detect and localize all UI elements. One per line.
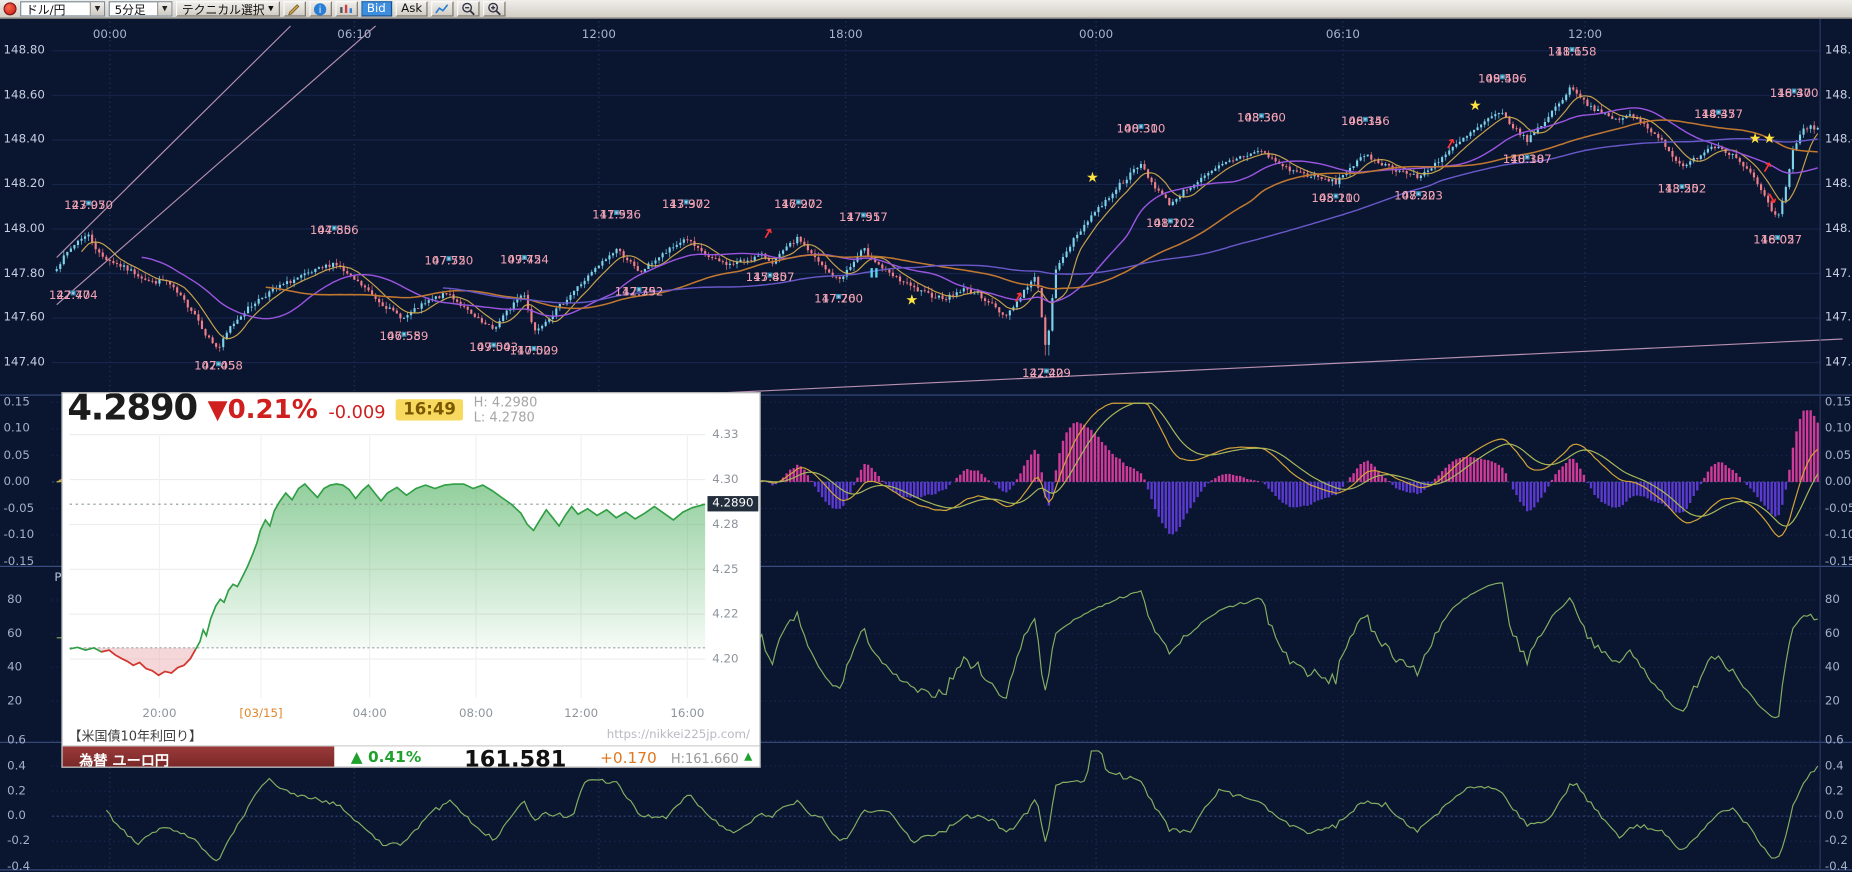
- widget-low: L: 4.2780: [474, 410, 538, 425]
- widget-high: H: 4.2980: [474, 394, 538, 409]
- info-icon: i: [313, 2, 327, 16]
- pair-select-value: ドル/円: [21, 0, 90, 18]
- chart-type-button[interactable]: [335, 1, 357, 16]
- zoom-in-icon: [487, 1, 502, 16]
- toolbar: ドル/円 ▼ 5分足 ▼ テクニカル選択 ▼ i Bid Ask: [0, 0, 1852, 19]
- ticker-pct: ▲ 0.41%: [351, 749, 421, 767]
- zoom-out-icon: [461, 1, 476, 16]
- widget-x-label: 04:00: [353, 707, 387, 720]
- widget-x-label: 12:00: [564, 707, 598, 720]
- trendlines-layer: [57, 26, 1843, 413]
- ticker-price: 161.581: [464, 746, 566, 767]
- draw-tool-button[interactable]: [283, 1, 305, 16]
- timeframe-select[interactable]: 5分足 ▼: [109, 1, 173, 16]
- zoom-out-button[interactable]: [458, 1, 480, 16]
- svg-text:i: i: [319, 4, 322, 15]
- ticker-up-icon: ▲: [744, 751, 752, 763]
- pair-select[interactable]: ドル/円 ▼: [20, 1, 105, 16]
- line-chart-icon: [435, 2, 450, 16]
- widget-change: -0.009: [328, 402, 385, 423]
- widget-y-label: 4.28: [712, 517, 738, 531]
- chevron-down-icon[interactable]: ▼: [90, 2, 104, 15]
- chevron-down-icon: ▼: [268, 5, 273, 13]
- widget-y-label: 4.25: [712, 562, 738, 576]
- widget-y-label: 4.33: [712, 427, 738, 441]
- ticker-row[interactable]: 為替 ユーロ円 ▲ 0.41% 161.581 +0.170 H:161.660…: [63, 745, 761, 767]
- chevron-down-icon[interactable]: ▼: [157, 2, 171, 15]
- screen: ドル/円 ▼ 5分足 ▼ テクニカル選択 ▼ i Bid Ask: [0, 0, 1852, 872]
- info-button[interactable]: i: [309, 1, 331, 16]
- ticker-tab[interactable]: 為替 ユーロ円: [63, 746, 335, 767]
- widget-price-badge: 4.2890: [707, 496, 758, 511]
- widget-y-label: 4.20: [712, 652, 738, 666]
- app-logo-icon: [4, 2, 17, 15]
- bid-button[interactable]: Bid: [361, 1, 392, 16]
- widget-y-label: 4.30: [712, 472, 738, 486]
- line-chart-button[interactable]: [432, 1, 454, 16]
- technical-select-label: テクニカル選択: [182, 0, 265, 18]
- widget-chart: 4.33 4.30 4.28 4.25 4.22 4.20: [63, 426, 761, 704]
- widget-source-link[interactable]: https://nikkei225jp.com/: [607, 729, 750, 742]
- widget-time-badge: 16:49: [396, 399, 463, 420]
- widget-x-label: 20:00: [142, 707, 176, 720]
- widget-header: 4.2890 ▼0.21% -0.009 16:49 H: 4.2980 L: …: [63, 393, 760, 426]
- ask-button[interactable]: Ask: [395, 1, 428, 16]
- widget-y-label: 4.22: [712, 607, 738, 621]
- zoom-in-button[interactable]: [484, 1, 506, 16]
- ticker-change: +0.170: [600, 750, 657, 768]
- widget-x-label: [03/15]: [239, 707, 282, 720]
- technical-select-button[interactable]: テクニカル選択 ▼: [176, 1, 279, 16]
- treasury-widget-window[interactable]: 4.2890 ▼0.21% -0.009 16:49 H: 4.2980 L: …: [61, 392, 760, 768]
- ask-label: Ask: [401, 2, 422, 15]
- fx-chart-app: ドル/円 ▼ 5分足 ▼ テクニカル選択 ▼ i Bid Ask: [0, 0, 1852, 872]
- widget-value: 4.2890: [67, 392, 197, 426]
- widget-high-low: H: 4.2980 L: 4.2780: [474, 394, 538, 425]
- widget-x-label: 08:00: [459, 707, 493, 720]
- bid-label: Bid: [367, 2, 386, 15]
- candlestick-icon: [339, 2, 354, 16]
- pencil-icon: [287, 2, 301, 16]
- widget-x-label: 16:00: [670, 707, 704, 720]
- widget-x-axis: 20:00 [03/15] 04:00 08:00 12:00 16:00: [63, 707, 760, 722]
- timeframe-select-value: 5分足: [110, 0, 157, 18]
- ticker-high: H:161.660: [671, 751, 739, 766]
- widget-change-pct: ▼0.21%: [208, 396, 318, 426]
- widget-caption: 【米国債10年利回り】: [69, 726, 202, 745]
